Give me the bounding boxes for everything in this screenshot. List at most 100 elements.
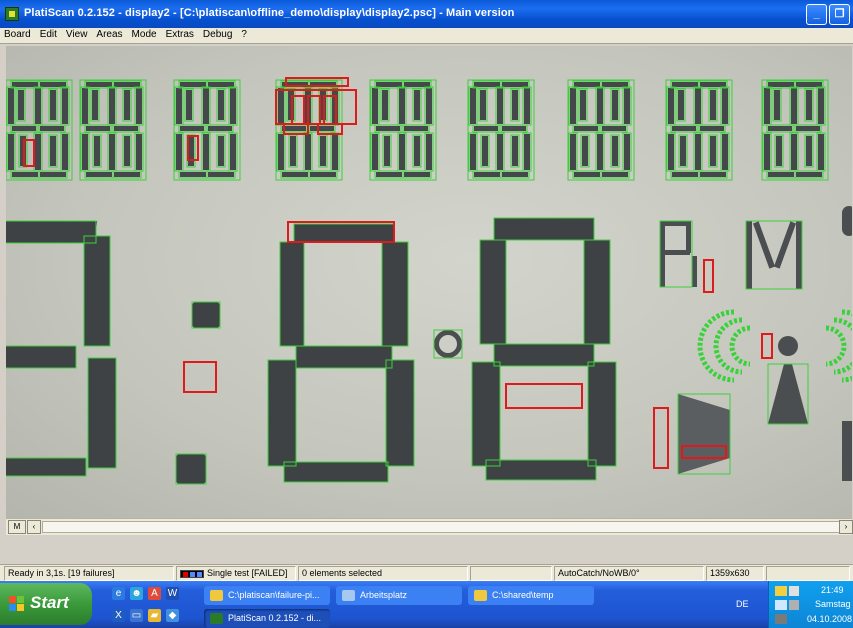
element-ok-box <box>659 220 693 288</box>
scroll-right-arrow-icon[interactable]: › <box>839 520 853 534</box>
horizontal-scrollbar[interactable]: M ‹ › <box>6 518 853 535</box>
tray-icon-1[interactable] <box>775 586 787 596</box>
segment-ok-box <box>33 86 43 126</box>
language-indicator[interactable]: DE <box>736 599 749 609</box>
segment-ok-box <box>610 134 620 168</box>
app-quicklaunch-icon[interactable]: ◆ <box>166 609 179 622</box>
start-button[interactable]: Start <box>0 583 92 625</box>
segment-ok-box <box>468 86 478 126</box>
restore-button[interactable]: ❐ <box>829 4 850 25</box>
ie-icon[interactable]: e <box>112 587 125 600</box>
segment-ok-box <box>48 134 58 168</box>
segment-ok-box <box>276 86 286 126</box>
menu-areas[interactable]: Areas <box>92 28 127 40</box>
segment-ok-box <box>698 170 728 179</box>
excel-icon[interactable]: X <box>112 609 125 622</box>
segment-ok-box <box>804 134 814 168</box>
element-ok-box <box>293 223 395 243</box>
status-selection: 0 elements selected <box>298 566 468 581</box>
menu-extras[interactable]: Extras <box>162 28 199 40</box>
failure-box <box>761 333 773 359</box>
explorer-icon[interactable]: ▰ <box>148 609 161 622</box>
segment-ok-box <box>288 134 298 168</box>
segment-ok-box <box>572 124 600 133</box>
menu-mode[interactable]: Mode <box>128 28 162 40</box>
failure-box <box>183 361 217 393</box>
segment-ok-box <box>80 86 90 126</box>
menu-debug[interactable]: Debug <box>199 28 237 40</box>
segment-ok-box <box>60 132 70 172</box>
scroll-thumb[interactable] <box>42 521 840 533</box>
scroll-mode-label[interactable]: M <box>8 520 26 534</box>
element-ok-box <box>433 329 463 359</box>
scroll-left-arrow-icon[interactable]: ‹ <box>27 520 41 534</box>
word-icon[interactable]: W <box>166 587 179 600</box>
segment-ok-box <box>112 124 140 133</box>
segment-ok-box <box>676 88 686 122</box>
segment-ok-box <box>122 88 132 122</box>
task-failure-pics[interactable]: C:\platiscan\failure-pi... <box>204 586 330 605</box>
menu-help[interactable]: ? <box>237 28 252 40</box>
segment-ok-box <box>708 88 718 122</box>
folder-icon <box>210 590 223 601</box>
segment-ok-box <box>6 132 16 172</box>
segment-ok-box <box>600 124 628 133</box>
desktop-icon[interactable]: ▭ <box>130 609 143 622</box>
app-window: PlatiScan 0.2.152 - display2 - [C:\plati… <box>0 0 853 581</box>
segment-ok-box <box>794 170 824 179</box>
platiscan-icon[interactable] <box>5 7 19 21</box>
segment-ok-box <box>178 124 206 133</box>
segment-ok-box <box>174 132 184 172</box>
clock-time[interactable]: 21:49 <box>821 585 844 595</box>
segment-ok-box <box>424 132 434 172</box>
task-platiscan[interactable]: PlatiScan 0.2.152 - di... <box>204 609 330 628</box>
segment-ok-box <box>572 170 602 179</box>
segment-ok-box <box>48 88 58 122</box>
acrobat-icon[interactable]: A <box>148 587 161 600</box>
menu-edit[interactable]: Edit <box>36 28 62 40</box>
segment-ok-box <box>522 132 532 172</box>
segment-ok-box <box>622 86 632 126</box>
segment-ok-box <box>500 170 530 179</box>
tray-icon-5[interactable] <box>775 614 787 624</box>
segment-ok-box <box>374 170 404 179</box>
menu-view[interactable]: View <box>62 28 93 40</box>
status-test-label: Single test [FAILED] <box>207 568 288 578</box>
segment-ok-box <box>774 134 784 168</box>
image-viewport[interactable] <box>6 46 852 518</box>
segment-ok-box <box>568 132 578 172</box>
segment-ok-box <box>174 86 184 126</box>
failure-box <box>703 259 714 293</box>
platiscan-icon <box>210 613 223 624</box>
segment-ok-box <box>693 86 703 126</box>
segment-ok-box <box>402 124 430 133</box>
failure-box <box>287 221 395 243</box>
segment-ok-box <box>804 88 814 122</box>
title-bar[interactable]: PlatiScan 0.2.152 - display2 - [C:\plati… <box>0 0 853 28</box>
segment-ok-box <box>122 134 132 168</box>
element-ok-box <box>479 239 507 345</box>
menu-bar: Board Edit View Areas Mode Extras Debug? <box>0 28 853 44</box>
segment-ok-box <box>412 134 422 168</box>
task-arbeitsplatz[interactable]: Arbeitsplatz <box>336 586 462 605</box>
element-ok-box <box>295 345 393 369</box>
segment-ok-box <box>424 86 434 126</box>
tray-icon-2[interactable] <box>789 586 799 596</box>
volume-icon[interactable] <box>789 600 799 610</box>
segment-ok-box <box>480 134 490 168</box>
messenger-icon[interactable]: ☻ <box>130 587 143 600</box>
element-ok-box <box>83 235 111 347</box>
minimize-button[interactable]: _ <box>806 4 827 25</box>
segment-ok-box <box>595 86 605 126</box>
segment-ok-box <box>622 132 632 172</box>
segment-ok-box <box>201 132 211 172</box>
signal-arc-right <box>833 317 852 375</box>
segment-ok-box <box>134 132 144 172</box>
menu-board[interactable]: Board <box>0 28 36 40</box>
task-shared-temp[interactable]: C:\shared\temp <box>468 586 594 605</box>
element-ok-box <box>191 301 221 329</box>
failure-box <box>23 139 35 167</box>
segment-ok-box <box>472 170 502 179</box>
segment-ok-box <box>206 170 236 179</box>
network-icon[interactable] <box>775 600 787 610</box>
